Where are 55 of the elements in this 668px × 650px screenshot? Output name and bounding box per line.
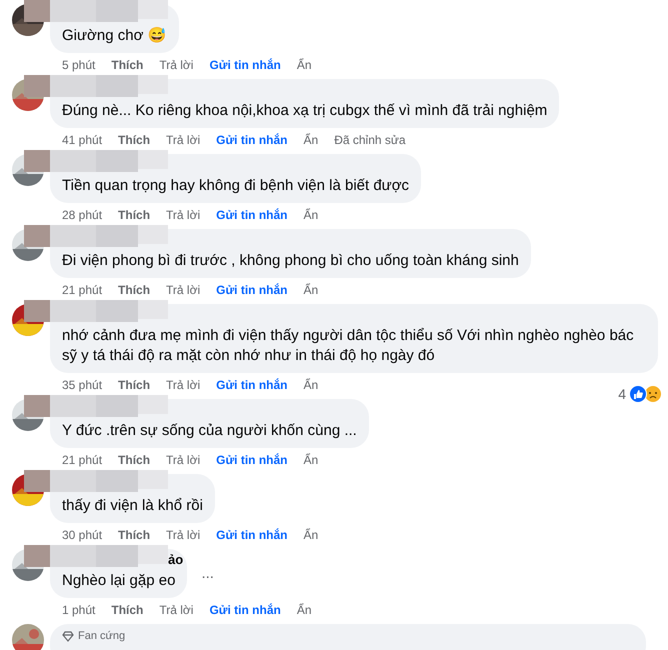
like-link[interactable]: Thích [111, 57, 144, 73]
like-link[interactable]: Thích [118, 527, 150, 543]
timestamp[interactable]: 41 phút [62, 132, 102, 148]
message-link[interactable]: Gửi tin nhắn [216, 527, 288, 543]
hide-link[interactable]: Ẩn [304, 207, 318, 223]
comment-text: Giường chơ 😅 [62, 26, 167, 46]
timestamp[interactable]: 21 phút [62, 452, 102, 468]
like-link[interactable]: Thích [118, 377, 150, 393]
reply-link[interactable]: Trả lời [166, 452, 200, 468]
like-link[interactable]: Thích [118, 282, 150, 298]
reply-link[interactable]: Trả lời [166, 377, 200, 393]
reaction-count[interactable]: 4 [618, 386, 626, 402]
comment-text: nhớ cảnh đưa mẹ mình đi viện thấy người dân tộc thiểu số Với nhìn nghèo nghèo bác sỹ y tá thái độ ra mặt còn nhớ như in thái độ họ ngày đó [62, 326, 635, 366]
timestamp[interactable]: 21 phút [62, 282, 102, 298]
timestamp[interactable]: 28 phút [62, 207, 102, 223]
like-link[interactable]: Thích [118, 207, 150, 223]
hide-link[interactable]: Ẩn [304, 282, 318, 298]
reply-link[interactable]: Trả lời [159, 57, 194, 73]
diamond-icon [62, 630, 74, 642]
hide-link[interactable]: Ẩn [304, 377, 318, 393]
comment-text: thấy đi viện là khổ rồi [62, 496, 203, 516]
timestamp[interactable]: 5 phút [62, 57, 96, 73]
like-link[interactable]: Thích [111, 602, 144, 618]
comment-text: Đi viện phong bì đi trước , không phong bì cho uống toàn kháng sinh [62, 251, 519, 271]
reaction-icons[interactable] [628, 385, 662, 403]
hide-link[interactable]: Ẩn [296, 57, 312, 73]
timestamp[interactable]: 30 phút [62, 527, 102, 543]
reply-link[interactable]: Trả lời [159, 602, 194, 618]
author-name[interactable]: ảo [168, 552, 184, 567]
reply-link[interactable]: Trả lời [166, 527, 200, 543]
comment-text: Tiền quan trọng hay không đi bệnh viện là biết được [62, 176, 410, 196]
hide-link[interactable]: Ẩn [304, 132, 318, 148]
reply-link[interactable]: Trả lời [166, 282, 200, 298]
reply-link[interactable]: Trả lời [166, 132, 200, 148]
more-options[interactable]: ... [201, 565, 214, 582]
reply-link[interactable]: Trả lời [166, 207, 200, 223]
message-link[interactable]: Gửi tin nhắn [216, 282, 288, 298]
comment-text: Đúng nè... Ko riêng khoa nội,khoa xạ trị cubgx thế vì mình đã trải nghiệm [62, 101, 548, 121]
hide-link[interactable]: Ẩn [296, 602, 312, 618]
comment-text: Y đức .trên sự sống của người khốn cùng ... [62, 421, 357, 441]
message-link[interactable]: Gửi tin nhắn [216, 207, 288, 223]
message-link[interactable]: Gửi tin nhắn [209, 602, 281, 618]
like-link[interactable]: Thích [118, 132, 150, 148]
timestamp[interactable]: 1 phút [62, 602, 96, 618]
message-link[interactable]: Gửi tin nhắn [216, 452, 288, 468]
edited-label: Đã chỉnh sửa [334, 132, 406, 148]
message-link[interactable]: Gửi tin nhắn [209, 57, 281, 73]
comment-text: Nghèo lại gặp eo [62, 571, 176, 591]
message-link[interactable]: Gửi tin nhắn [216, 132, 288, 148]
message-link[interactable]: Gửi tin nhắn [216, 377, 288, 393]
timestamp[interactable]: 35 phút [62, 377, 102, 393]
hide-link[interactable]: Ẩn [304, 527, 318, 543]
hide-link[interactable]: Ẩn [304, 452, 318, 468]
badge-label: Fan cứng [78, 630, 126, 642]
like-link[interactable]: Thích [118, 452, 150, 468]
